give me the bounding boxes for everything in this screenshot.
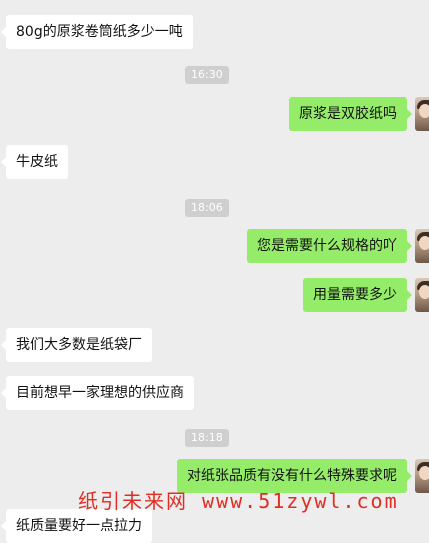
avatar[interactable] [415,97,429,131]
message-bubble[interactable]: 牛皮纸 [1,145,68,179]
message-bubble[interactable]: 您是需要什么规格的吖 [247,229,412,263]
message-bubble[interactable]: 80g的原浆卷筒纸多少一吨 [1,15,193,49]
avatar[interactable] [415,229,429,263]
timestamp: 16:30 [185,66,229,84]
chat-area: 80g的原浆卷筒纸多少一吨 16:30 原浆是双胶纸吗 牛皮纸 18:06 您是… [0,0,429,543]
timestamp: 18:18 [185,429,229,447]
timestamp: 18:06 [185,199,229,217]
message-bubble[interactable]: 我们大多数是纸袋厂 [1,328,152,362]
avatar[interactable] [415,278,429,312]
avatar[interactable] [415,459,429,493]
message-bubble[interactable]: 用量需要多少 [303,278,412,312]
message-bubble[interactable]: 原浆是双胶纸吗 [289,97,412,131]
watermark-text: 纸引未来网 www.51zywl.com [78,489,399,513]
message-bubble[interactable]: 目前想早一家理想的供应商 [1,376,194,410]
message-bubble[interactable]: 纸质量要好一点拉力 [1,509,152,543]
